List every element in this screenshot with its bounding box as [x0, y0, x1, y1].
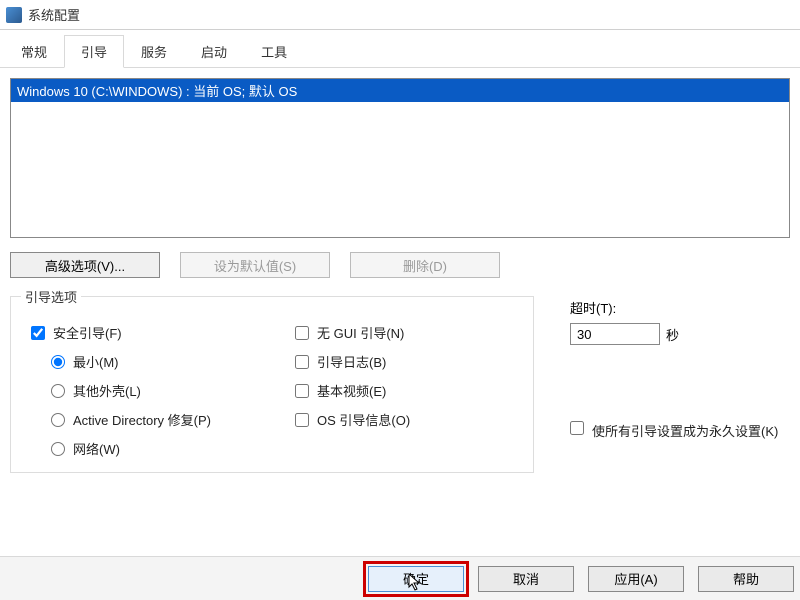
bootlog-label: 引导日志(B) — [317, 352, 386, 371]
boot-options-col1: 安全引导(F) 最小(M) 其他外壳(L) Acti — [25, 313, 255, 458]
right-pane: 超时(T): 秒 使所有引导设置成为永久设置(K) — [570, 296, 790, 473]
osinfo-row[interactable]: OS 引导信息(O) — [295, 410, 519, 429]
dialog-footer: 确定 取消 应用(A) 帮助 — [0, 556, 800, 600]
radio-minimal[interactable] — [51, 355, 65, 369]
radio-altshell-label: 其他外壳(L) — [73, 381, 141, 400]
delete-label: 删除(D) — [403, 256, 447, 275]
ok-button[interactable]: 确定 — [368, 566, 464, 592]
lower-panel: 引导选项 安全引导(F) 最小(M) 其他外壳(L) — [10, 296, 790, 473]
apply-label: 应用(A) — [614, 569, 657, 588]
help-button[interactable]: 帮助 — [698, 566, 794, 592]
bootlog-row[interactable]: 引导日志(B) — [295, 352, 519, 371]
safe-boot-row[interactable]: 安全引导(F) — [31, 323, 255, 342]
radio-network-label: 网络(W) — [73, 439, 120, 458]
tab-tools[interactable]: 工具 — [244, 35, 304, 68]
safe-boot-label: 安全引导(F) — [53, 323, 122, 342]
titlebar: 系统配置 — [0, 0, 800, 30]
basevideo-label: 基本视频(E) — [317, 381, 386, 400]
tab-startup[interactable]: 启动 — [184, 35, 244, 68]
os-list-item[interactable]: Windows 10 (C:\WINDOWS) : 当前 OS; 默认 OS — [11, 79, 789, 102]
osinfo-label: OS 引导信息(O) — [317, 410, 410, 429]
app-icon — [6, 7, 22, 23]
radio-adrepair[interactable] — [51, 413, 65, 427]
set-default-button: 设为默认值(S) — [180, 252, 330, 278]
tab-general[interactable]: 常规 — [4, 35, 64, 68]
help-label: 帮助 — [733, 569, 759, 588]
advanced-options-button[interactable]: 高级选项(V)... — [10, 252, 160, 278]
timeout-row: 秒 — [570, 323, 790, 345]
timeout-seconds-label: 秒 — [666, 325, 679, 344]
radio-network[interactable] — [51, 442, 65, 456]
boot-options-fieldset: 引导选项 安全引导(F) 最小(M) 其他外壳(L) — [10, 296, 534, 473]
basevideo-checkbox[interactable] — [295, 384, 309, 398]
os-button-row: 高级选项(V)... 设为默认值(S) 删除(D) — [10, 252, 790, 278]
osinfo-checkbox[interactable] — [295, 413, 309, 427]
timeout-input[interactable] — [570, 323, 660, 345]
set-default-label: 设为默认值(S) — [214, 256, 296, 275]
radio-minimal-row[interactable]: 最小(M) — [51, 352, 255, 371]
os-listbox[interactable]: Windows 10 (C:\WINDOWS) : 当前 OS; 默认 OS — [10, 78, 790, 238]
boot-options-legend: 引导选项 — [21, 287, 81, 306]
timeout-label: 超时(T): — [570, 298, 790, 317]
radio-adrepair-label: Active Directory 修复(P) — [73, 410, 211, 429]
cancel-label: 取消 — [513, 569, 539, 588]
no-gui-checkbox[interactable] — [295, 326, 309, 340]
permanent-row[interactable]: 使所有引导设置成为永久设置(K) — [570, 421, 790, 440]
tab-boot[interactable]: 引导 — [64, 35, 124, 68]
radio-minimal-label: 最小(M) — [73, 352, 119, 371]
cancel-button[interactable]: 取消 — [478, 566, 574, 592]
basevideo-row[interactable]: 基本视频(E) — [295, 381, 519, 400]
safe-boot-checkbox[interactable] — [31, 326, 45, 340]
ok-label: 确定 — [403, 569, 429, 588]
tab-services[interactable]: 服务 — [124, 35, 184, 68]
boot-options-columns: 安全引导(F) 最小(M) 其他外壳(L) Acti — [25, 313, 519, 458]
permanent-checkbox[interactable] — [570, 421, 584, 435]
boot-options-col2: 无 GUI 引导(N) 引导日志(B) 基本视频(E) OS 引导信息(O) — [295, 313, 519, 458]
radio-altshell[interactable] — [51, 384, 65, 398]
bootlog-checkbox[interactable] — [295, 355, 309, 369]
no-gui-label: 无 GUI 引导(N) — [317, 323, 404, 342]
tab-content: Windows 10 (C:\WINDOWS) : 当前 OS; 默认 OS 高… — [0, 68, 800, 483]
apply-button[interactable]: 应用(A) — [588, 566, 684, 592]
safe-boot-radios: 最小(M) 其他外壳(L) Active Directory 修复(P) — [51, 352, 255, 458]
permanent-label: 使所有引导设置成为永久设置(K) — [592, 421, 778, 440]
no-gui-row[interactable]: 无 GUI 引导(N) — [295, 323, 519, 342]
radio-network-row[interactable]: 网络(W) — [51, 439, 255, 458]
tab-strip: 常规 引导 服务 启动 工具 — [0, 34, 800, 68]
advanced-options-label: 高级选项(V)... — [45, 256, 125, 275]
radio-altshell-row[interactable]: 其他外壳(L) — [51, 381, 255, 400]
radio-adrepair-row[interactable]: Active Directory 修复(P) — [51, 410, 255, 429]
window-title: 系统配置 — [28, 5, 80, 24]
delete-button: 删除(D) — [350, 252, 500, 278]
